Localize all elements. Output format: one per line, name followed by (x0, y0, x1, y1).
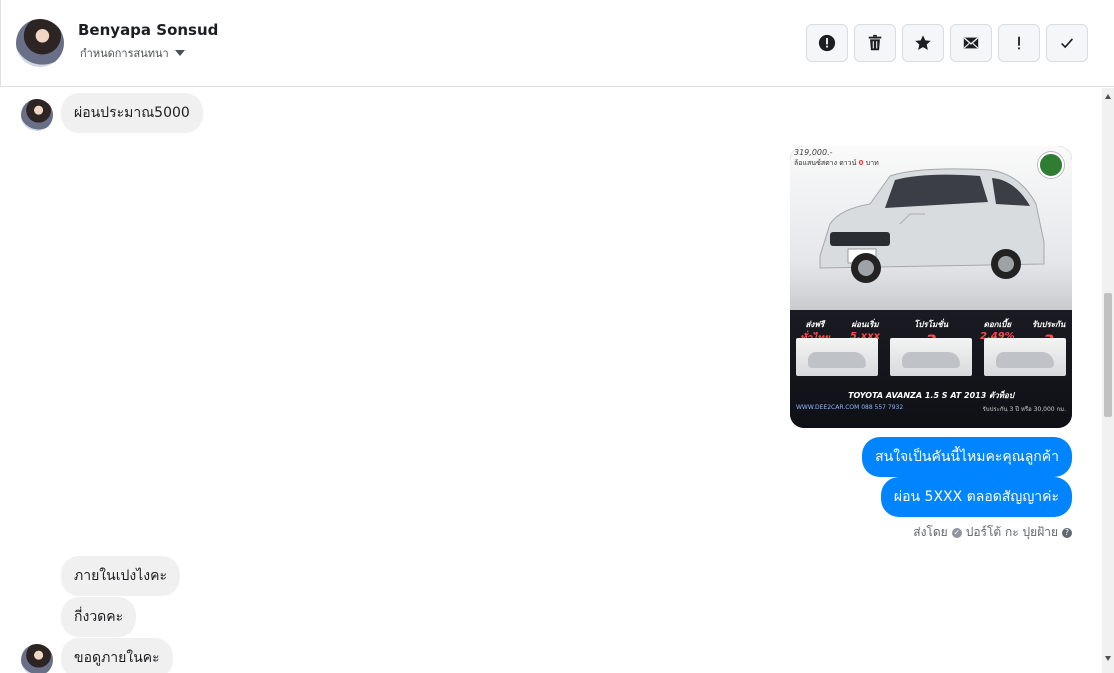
dealer-website: WWW.DEE2CAR.COM 088 557 7932 (796, 404, 904, 411)
report-button[interactable] (806, 24, 848, 62)
help-icon[interactable]: ? (1062, 527, 1072, 538)
car-price: 319,000.- (794, 148, 833, 157)
car-model: TOYOTA AVANZA 1.5 S AT 2013 ตัวท็อป (848, 391, 1014, 400)
envelope-icon (963, 37, 979, 49)
outgoing-message: สนใจเป็นคันนี้ไหมคะคุณลูกค้า (862, 437, 1072, 477)
car-photo: 319,000.- ล้อแสนซ์สตาง ดาวน์ 0 บาท (790, 146, 1072, 310)
caret-down-icon (174, 50, 185, 56)
warranty-note: รับประกัน 3 ปี หรือ 30,000 กม. (982, 406, 1066, 413)
sender-avatar (21, 99, 53, 131)
contact-name[interactable]: Benyapa Sonsud (78, 21, 218, 39)
scroll-up-arrow-icon[interactable] (1105, 94, 1111, 99)
user-badge-icon: ✓ (951, 527, 962, 538)
scrollbar[interactable] (1102, 88, 1114, 673)
car-thumbnail (984, 338, 1066, 376)
alert-circle-icon (818, 34, 836, 52)
trash-icon (868, 34, 882, 51)
schedule-label: กำหนดการสนทนา (80, 47, 169, 60)
incoming-message: ผ่อนประมาณ5000 (61, 93, 203, 133)
star-button[interactable] (902, 24, 944, 62)
contact-avatar[interactable] (16, 19, 64, 67)
incoming-message: กี่งวดคะ (61, 597, 137, 637)
car-advert-image[interactable]: 319,000.- ล้อแสนซ์สตาง ดาวน์ 0 บาท ส่งฟร… (790, 146, 1072, 428)
car-thumbnail (890, 338, 972, 376)
star-icon (915, 35, 931, 50)
car-illustration (819, 168, 1045, 283)
check-icon (1061, 38, 1074, 49)
mail-button[interactable] (950, 24, 992, 62)
delete-button[interactable] (854, 24, 896, 62)
sender-avatar (21, 644, 53, 673)
conversation-header: Benyapa Sonsud กำหนดการสนทนา (0, 0, 1114, 87)
conversation-schedule-dropdown[interactable]: กำหนดการสนทนา (80, 44, 185, 62)
scrollbar-thumb[interactable] (1104, 293, 1112, 417)
car-thumbnail (796, 338, 878, 376)
header-actions (806, 24, 1088, 62)
outgoing-message: ผ่อน 5XXX ตลอดสัญญาค่ะ (880, 477, 1072, 517)
incoming-message: ภายในเปงไงคะ (61, 556, 180, 596)
mark-important-button[interactable] (998, 24, 1040, 62)
done-button[interactable] (1046, 24, 1088, 62)
message-thread[interactable]: ผ่อนประมาณ5000 319,000.- ล้อแสนซ์สตาง ดา… (0, 88, 1102, 673)
scroll-down-arrow-icon[interactable] (1105, 656, 1111, 661)
car-thumbnails (796, 338, 1066, 376)
incoming-message: ขอดูภายในคะ (61, 638, 173, 673)
sent-by-info: ส่งโดย ✓ ปอร์โต้ กะ ปุยฝ้าย ? (913, 523, 1072, 542)
exclamation-icon (1018, 36, 1020, 50)
